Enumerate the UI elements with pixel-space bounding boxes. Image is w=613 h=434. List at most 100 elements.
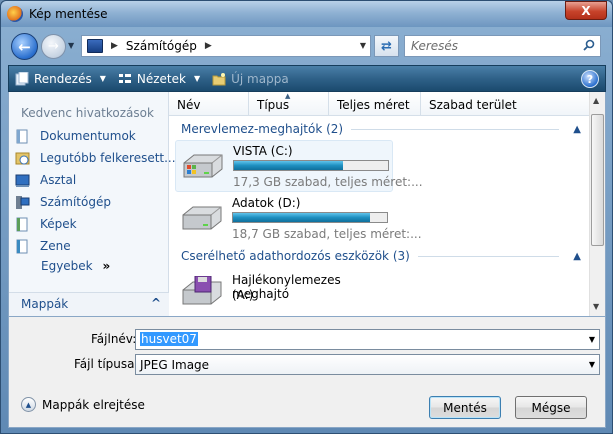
sidebar-item-label: Képek xyxy=(40,217,77,231)
scrollbar-thumb[interactable] xyxy=(591,114,604,246)
search-placeholder: Keresés xyxy=(411,39,459,53)
organize-icon xyxy=(15,71,29,85)
navigation-pane: Kedvenc hivatkozások Dokumentumok Legutó… xyxy=(9,92,176,316)
sidebar-item-label: Számítógép xyxy=(40,195,111,209)
breadcrumb-chevron-icon[interactable]: ▶ xyxy=(111,41,118,51)
column-header-free-space[interactable]: Szabad terület xyxy=(421,92,589,116)
sidebar-item-music[interactable]: Zene xyxy=(15,236,71,256)
filename-value[interactable]: husvet07 xyxy=(140,332,198,346)
sidebar-item-label: Dokumentumok xyxy=(40,129,136,143)
hide-folders-label: Mappák elrejtése xyxy=(42,397,145,412)
views-icon xyxy=(118,73,131,83)
search-input[interactable]: Keresés xyxy=(404,35,601,57)
views-menu[interactable]: Nézetek ▼ xyxy=(112,66,206,91)
hard-drive-icon xyxy=(182,206,222,230)
forward-arrow-icon: → xyxy=(48,39,59,54)
filename-label: Fájlnév: xyxy=(91,332,137,346)
recent-places-icon xyxy=(15,152,30,164)
drive-usage-bar xyxy=(233,160,389,171)
drive-usage-fill xyxy=(234,161,344,170)
back-button[interactable]: ← xyxy=(11,33,38,60)
recent-pages-dropdown[interactable]: ▼ xyxy=(68,41,78,51)
group-label: Merevlemez-meghajtók (2) xyxy=(181,122,344,136)
new-folder-label: Új mappa xyxy=(231,71,289,86)
cancel-button[interactable]: Mégse xyxy=(515,396,587,419)
command-bar: Rendezés ▼ Nézetek ▼ Új mappa ? xyxy=(8,65,606,92)
favorite-links-header: Kedvenc hivatkozások xyxy=(21,106,154,120)
browser-area: Kedvenc hivatkozások Dokumentumok Legutó… xyxy=(8,92,606,316)
forward-button[interactable]: → xyxy=(41,34,66,59)
folders-toggle[interactable]: Mappák ^ xyxy=(9,292,169,316)
address-dropdown-icon[interactable]: ▼ xyxy=(360,41,366,50)
chevron-up-icon: ▲ xyxy=(21,397,36,412)
filetype-value: JPEG Image xyxy=(140,358,210,372)
drive-item-d[interactable]: Adatok (D:) 18,7 GB szabad, teljes méret… xyxy=(175,193,422,245)
search-icon[interactable] xyxy=(583,39,595,51)
hide-folders-button[interactable]: ▲ Mappák elrejtése xyxy=(21,397,145,412)
sidebar-item-desktop[interactable]: Asztal xyxy=(15,170,76,190)
breadcrumb-chevron-icon[interactable]: ▶ xyxy=(205,41,212,51)
column-header-type[interactable]: ▲ Típus xyxy=(249,92,329,116)
new-folder-icon xyxy=(212,72,226,85)
save-button[interactable]: Mentés xyxy=(429,396,501,419)
sidebar-item-label: Asztal xyxy=(40,173,77,187)
sidebar-item-computer[interactable]: Számítógép xyxy=(15,192,111,212)
scroll-down-icon[interactable]: ▼ xyxy=(593,302,599,311)
column-header-total-size[interactable]: Teljes méret xyxy=(329,92,421,116)
new-folder-button[interactable]: Új mappa xyxy=(206,66,295,91)
sort-arrow-icon: ▲ xyxy=(285,92,291,100)
drive-name: VISTA (C:) xyxy=(233,144,293,158)
scroll-up-icon[interactable]: ▲ xyxy=(593,96,599,105)
sidebar-more-link[interactable]: Egyebek » xyxy=(41,259,110,273)
computer-icon xyxy=(87,39,103,53)
group-header-removable[interactable]: Cserélhető adathordozós eszközök (3) ▲ xyxy=(181,247,581,265)
computer-icon xyxy=(16,195,30,209)
refresh-icon: ⇄ xyxy=(381,38,392,54)
chevron-up-icon: ^ xyxy=(150,296,161,310)
sidebar-more-label: Egyebek xyxy=(41,259,93,273)
help-button[interactable]: ? xyxy=(581,70,599,88)
music-icon xyxy=(16,239,28,253)
group-label: Cserélhető adathordozós eszközök (3) xyxy=(181,249,410,263)
drive-item-floppy[interactable]: Hajlékonylemezes meghajtó (A:) xyxy=(175,270,393,316)
column-header-name[interactable]: Név xyxy=(169,92,249,116)
pictures-icon xyxy=(16,217,28,231)
back-arrow-icon: ← xyxy=(18,37,31,56)
filename-field[interactable]: husvet07 ▼ xyxy=(135,329,600,350)
chevron-down-icon: ▼ xyxy=(193,74,201,83)
chevron-down-icon: ▼ xyxy=(99,74,106,83)
window-title: Kép mentése xyxy=(29,7,108,21)
drive-name: Adatok (D:) xyxy=(232,196,301,210)
refresh-button[interactable]: ⇄ xyxy=(374,35,399,57)
sidebar-item-pictures[interactable]: Képek xyxy=(15,214,77,234)
address-bar[interactable]: ▶ Számítógép ▶ ▼ xyxy=(81,35,371,57)
firefox-icon xyxy=(7,6,23,22)
chevron-down-icon[interactable]: ▼ xyxy=(589,360,595,369)
vertical-scrollbar[interactable]: ▲ ▼ xyxy=(589,92,605,316)
group-divider xyxy=(351,128,560,130)
breadcrumb-computer[interactable]: Számítógép xyxy=(126,39,197,53)
close-button[interactable]: X xyxy=(565,1,607,20)
column-header-row: Név ▲ Típus Teljes méret Szabad terület xyxy=(169,92,589,116)
file-list: Név ▲ Típus Teljes méret Szabad terület … xyxy=(169,92,605,316)
organize-menu[interactable]: Rendezés ▼ xyxy=(9,66,112,91)
chevron-up-icon: ▲ xyxy=(573,123,581,135)
group-divider xyxy=(417,255,560,257)
filetype-label: Fájl típusa: xyxy=(74,357,139,371)
drive-usage-bar xyxy=(232,212,388,223)
drive-free-space: 17,3 GB szabad, teljes méret:... xyxy=(233,175,423,189)
organize-label: Rendezés xyxy=(34,71,92,86)
drive-item-c[interactable]: VISTA (C:) 17,3 GB szabad, teljes méret:… xyxy=(175,140,423,192)
sidebar-item-recent-places[interactable]: Legutóbb felkeresett... xyxy=(15,148,176,168)
filetype-select[interactable]: JPEG Image ▼ xyxy=(135,354,600,375)
group-header-hard-drives[interactable]: Merevlemez-meghajtók (2) ▲ xyxy=(181,120,581,138)
sidebar-item-documents[interactable]: Dokumentumok xyxy=(15,126,136,146)
floppy-drive-icon xyxy=(182,276,222,305)
save-form: Fájlnév: husvet07 ▼ Fájl típusa: JPEG Im… xyxy=(8,316,606,428)
sidebar-item-label: Zene xyxy=(40,239,71,253)
save-image-dialog: Kép mentése X ← → ▼ ▶ Számítógép ▶ ▼ ⇄ K… xyxy=(0,0,613,434)
documents-icon xyxy=(16,129,28,143)
drive-name-line1: Hajlékonylemezes meghajtó xyxy=(232,273,341,301)
folders-label: Mappák xyxy=(21,297,69,311)
chevron-down-icon[interactable]: ▼ xyxy=(589,335,595,344)
